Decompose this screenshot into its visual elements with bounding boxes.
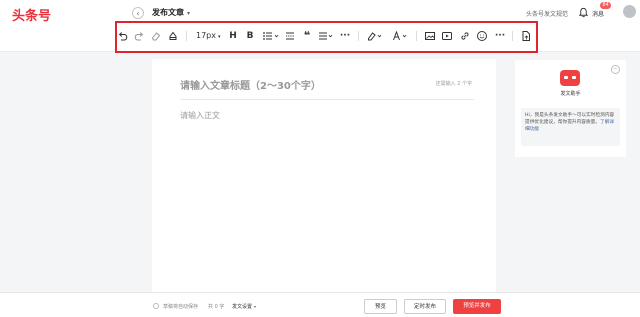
assistant-name: 发文助手: [560, 91, 581, 97]
page-title[interactable]: 发布文章 ▾: [152, 7, 190, 18]
logo[interactable]: 头条号: [12, 5, 51, 24]
assistant-robot-icon: [560, 70, 580, 86]
publish-settings-label: 发文设置: [232, 304, 253, 310]
back-button[interactable]: ‹: [132, 7, 144, 19]
editor-panel: 请输入文章标题（2～30个字） 还需输入 2 个字 请输入正文: [152, 59, 496, 292]
word-count: 共 0 字: [208, 304, 225, 310]
notifications-label[interactable]: 消息: [592, 9, 604, 18]
assistant-message: Hi，我是头条发文助手～可以实时检测内容提供优化建议，帮你提升内容质量。了解详细…: [521, 108, 620, 146]
autosave-status-icon: [153, 303, 159, 309]
creator-guidelines-link[interactable]: 头条号发文规范: [526, 9, 568, 18]
schedule-publish-button[interactable]: 定时发布: [404, 299, 446, 314]
toolbar-highlight-box: [115, 21, 538, 53]
body-input[interactable]: 请输入正文: [180, 110, 220, 121]
autosave-text: 草稿将自动保存: [163, 304, 199, 310]
title-word-count: 还需输入 2 个字: [435, 81, 472, 87]
page-title-label: 发布文章: [152, 8, 184, 17]
bell-icon[interactable]: [578, 7, 589, 18]
title-input[interactable]: 请输入文章标题（2～30个字）: [180, 77, 321, 92]
preview-button[interactable]: 预览: [364, 299, 397, 314]
avatar[interactable]: [623, 5, 636, 18]
writing-assistant-panel: − 发文助手 Hi，我是头条发文助手～可以实时检测内容提供优化建议，帮你提升内容…: [515, 60, 626, 157]
title-divider: [180, 99, 474, 100]
publish-settings-dropdown[interactable]: 发文设置 ▾: [232, 303, 256, 310]
collapse-icon[interactable]: −: [611, 65, 620, 74]
notification-badge: 84: [600, 2, 611, 9]
chevron-down-icon: ▾: [187, 10, 191, 17]
bottom-action-bar: 草稿将自动保存 共 0 字 发文设置 ▾ 预览 定时发布 预览并发布: [0, 292, 640, 317]
chevron-down-icon: ▾: [254, 304, 257, 309]
preview-and-publish-button[interactable]: 预览并发布: [453, 299, 501, 314]
